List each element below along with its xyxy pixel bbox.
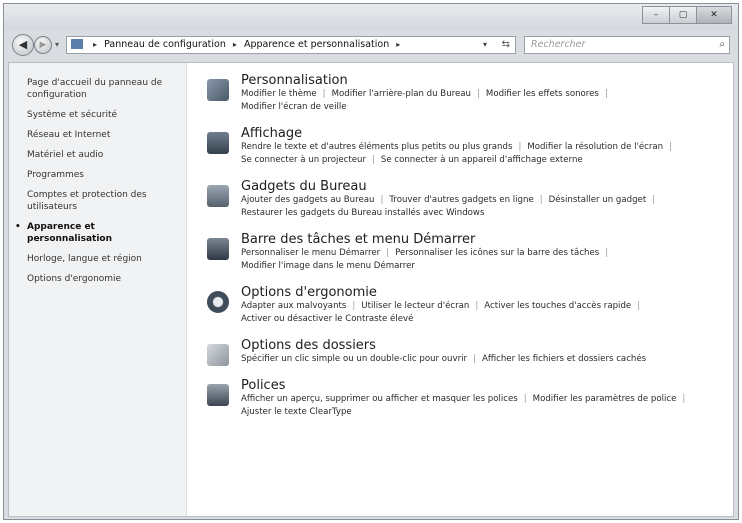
category-links: Adapter aux malvoyants | Utiliser le lecte… — [241, 301, 641, 324]
category-title[interactable]: Options des dossiers — [241, 338, 733, 353]
title-bar: – ▢ ✕ — [4, 4, 738, 30]
link[interactable]: Personnaliser les icônes sur la barre de… — [395, 248, 599, 258]
link[interactable]: Adapter aux malvoyants — [241, 301, 346, 311]
breadcrumb-separator[interactable]: ▸ — [233, 40, 237, 49]
sidebar-item-ease-of-access[interactable]: Options d'ergonomie — [27, 273, 178, 285]
category-gadgets: Gadgets du Bureau Ajouter des gadgets au… — [203, 179, 733, 220]
link[interactable]: Activer les touches d'accès rapide — [484, 301, 631, 311]
link[interactable]: Spécifier un clic simple ou un double-cl… — [241, 354, 467, 364]
link[interactable]: Modifier l'écran de veille — [241, 102, 347, 112]
category-list: Personnalisation Modifier le thème | Modif… — [187, 63, 733, 419]
taskbar-icon — [207, 238, 229, 260]
category-personalization: Personnalisation Modifier le thème | Modif… — [203, 73, 733, 114]
category-links: Personnaliser le menu Démarrer | Personnal… — [241, 248, 609, 271]
breadcrumb-appearance[interactable]: Apparence et personnalisation — [244, 39, 389, 50]
sidebar-item-clock-language[interactable]: Horloge, langue et région — [27, 253, 178, 265]
category-links: Spécifier un clic simple ou un double-cl… — [241, 354, 647, 364]
sidebar-item-system-security[interactable]: Système et sécurité — [27, 109, 178, 121]
category-display: Affichage Rendre le texte et d'autres él… — [203, 126, 733, 167]
sidebar: Page d'accueil du panneau de configurati… — [9, 63, 187, 516]
category-links: Ajouter des gadgets au Bureau | Trouver d'… — [241, 195, 656, 218]
link[interactable]: Modifier l'image dans le menu Démarrer — [241, 261, 415, 271]
minimize-button[interactable]: – — [642, 6, 670, 24]
link[interactable]: Modifier les effets sonores — [486, 89, 599, 99]
link[interactable]: Désinstaller un gadget — [549, 195, 647, 205]
forward-button[interactable]: ▶ — [34, 36, 52, 54]
link[interactable]: Modifier l'arrière-plan du Bureau — [332, 89, 471, 99]
sidebar-item-appearance[interactable]: Apparence et personnalisation — [15, 221, 137, 245]
category-title[interactable]: Polices — [241, 378, 733, 393]
personalization-icon — [207, 79, 229, 101]
sidebar-item-programs[interactable]: Programmes — [27, 169, 178, 181]
category-fonts: Polices Afficher un aperçu, supprimer ou… — [203, 378, 733, 419]
sidebar-item-home[interactable]: Page d'accueil du panneau de configurati… — [27, 77, 177, 101]
link[interactable]: Afficher les fichiers et dossiers cachés — [482, 354, 646, 364]
category-taskbar: Barre des tâches et menu Démarrer Person… — [203, 232, 733, 273]
link[interactable]: Modifier le thème — [241, 89, 317, 99]
link[interactable]: Ajouter des gadgets au Bureau — [241, 195, 374, 205]
link[interactable]: Afficher un aperçu, supprimer ou affiche… — [241, 394, 518, 404]
sidebar-item-network[interactable]: Réseau et Internet — [27, 129, 178, 141]
control-panel-icon — [71, 38, 83, 49]
category-ease-of-access: Options d'ergonomie Adapter aux malvoyan… — [203, 285, 733, 326]
sidebar-item-hardware-sound[interactable]: Matériel et audio — [27, 149, 178, 161]
navigation-toolbar: ◀ ▶ ▾ ▸ Panneau de configuration ▸ Appar… — [4, 30, 738, 60]
ergonomics-icon — [207, 291, 229, 313]
close-button[interactable]: ✕ — [696, 6, 732, 24]
content-panel: Page d'accueil du panneau de configurati… — [8, 62, 734, 517]
category-folder-options: Options des dossiers Spécifier un clic s… — [203, 338, 733, 366]
fonts-icon — [207, 384, 229, 406]
search-box[interactable]: Rechercher ⌕ — [524, 36, 730, 54]
back-button[interactable]: ◀ — [12, 34, 34, 56]
search-icon[interactable]: ⌕ — [719, 37, 725, 53]
category-title[interactable]: Options d'ergonomie — [241, 285, 733, 300]
category-title[interactable]: Gadgets du Bureau — [241, 179, 733, 194]
sidebar-item-user-accounts[interactable]: Comptes et protection des utilisateurs — [27, 189, 172, 213]
link[interactable]: Modifier la résolution de l'écran — [527, 142, 663, 152]
link[interactable]: Ajuster le texte ClearType — [241, 407, 352, 417]
gadgets-icon — [207, 185, 229, 207]
refresh-icon[interactable]: ⇆ — [502, 37, 510, 53]
folder-options-icon — [207, 344, 229, 366]
link[interactable]: Rendre le texte et d'autres éléments plu… — [241, 142, 512, 152]
category-title[interactable]: Affichage — [241, 126, 733, 141]
address-bar[interactable]: ▸ Panneau de configuration ▸ Apparence e… — [66, 36, 516, 54]
breadcrumb-separator[interactable]: ▸ — [396, 40, 400, 49]
address-dropdown-button[interactable]: ▾ — [483, 37, 487, 53]
link[interactable]: Activer ou désactiver le Contraste élevé — [241, 314, 413, 324]
link[interactable]: Modifier les paramètres de police — [533, 394, 677, 404]
link[interactable]: Restaurer les gadgets du Bureau installé… — [241, 208, 484, 218]
link[interactable]: Se connecter à un appareil d'affichage e… — [381, 155, 583, 165]
display-icon — [207, 132, 229, 154]
category-links: Afficher un aperçu, supprimer ou affiche… — [241, 394, 686, 417]
breadcrumb-separator[interactable]: ▸ — [93, 40, 97, 49]
search-input[interactable]: Rechercher — [531, 37, 585, 53]
link[interactable]: Se connecter à un projecteur — [241, 155, 366, 165]
breadcrumb-control-panel[interactable]: Panneau de configuration — [104, 39, 226, 50]
link[interactable]: Trouver d'autres gadgets en ligne — [389, 195, 533, 205]
link[interactable]: Utiliser le lecteur d'écran — [361, 301, 469, 311]
maximize-button[interactable]: ▢ — [669, 6, 697, 24]
category-title[interactable]: Barre des tâches et menu Démarrer — [241, 232, 733, 247]
category-title[interactable]: Personnalisation — [241, 73, 733, 88]
category-links: Modifier le thème | Modifier l'arrière-pla… — [241, 89, 608, 112]
link[interactable]: Personnaliser le menu Démarrer — [241, 248, 380, 258]
recent-pages-dropdown[interactable]: ▾ — [55, 40, 59, 49]
category-links: Rendre le texte et d'autres éléments plu… — [241, 142, 673, 165]
window-controls: – ▢ ✕ — [642, 6, 732, 24]
control-panel-window: – ▢ ✕ ◀ ▶ ▾ ▸ Panneau de configuration ▸… — [3, 3, 739, 520]
